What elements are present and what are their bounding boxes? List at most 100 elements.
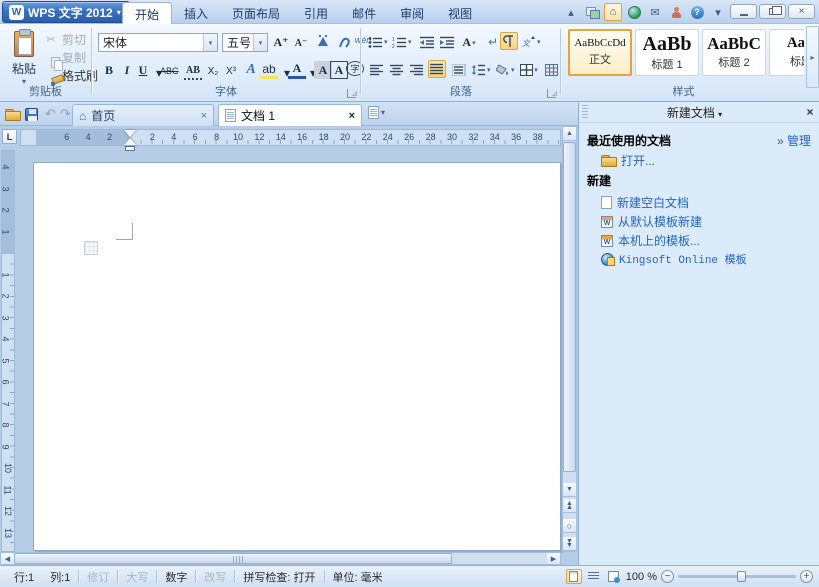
page-view-icon[interactable] (566, 569, 582, 584)
text-effects-button[interactable]: A (242, 61, 260, 79)
menu-tab-引用[interactable]: 引用 (292, 2, 340, 24)
document-tab-文档 1[interactable]: 文档 1× (218, 104, 362, 126)
sidebar-link[interactable]: 本机上的模板... (618, 232, 700, 249)
align-center-icon[interactable] (388, 61, 406, 79)
align-right-icon[interactable] (408, 61, 426, 79)
paragraph-dialog-launcher-icon[interactable] (547, 89, 556, 98)
decrease-indent-icon[interactable] (418, 33, 436, 51)
align-left-icon[interactable] (368, 61, 386, 79)
status-item-行:1[interactable]: 行:1 (6, 569, 42, 585)
grow-font-button[interactable]: A⁺ (272, 33, 290, 51)
font-name-dropdown-icon[interactable]: ▾ (203, 34, 217, 51)
distribute-icon[interactable] (450, 61, 468, 79)
new-document-tab-button[interactable]: ▾ (368, 106, 385, 119)
shrink-font-button[interactable]: A⁻ (292, 34, 310, 52)
open-document-link[interactable]: 打开... (601, 152, 811, 169)
menu-tab-视图[interactable]: 视图 (436, 2, 484, 24)
status-item-大写[interactable]: 大写 (118, 569, 156, 585)
status-item-数字[interactable]: 数字 (157, 569, 195, 585)
numbered-list-icon[interactable]: 12 ▾ (392, 33, 412, 51)
format-painter-button[interactable]: 格式刷 (44, 66, 98, 84)
scroll-down-icon[interactable]: ▼ (563, 483, 576, 497)
copy-button[interactable]: 复制 (44, 48, 98, 66)
close-button[interactable]: × (788, 4, 815, 19)
highlight-color-button[interactable]: ab (260, 61, 278, 79)
hanging-indent-handle[interactable] (124, 138, 136, 145)
account-icon[interactable] (667, 3, 685, 21)
status-item-拼写检查: 打开[interactable]: 拼写检查: 打开 (235, 569, 323, 585)
left-indent-handle[interactable] (125, 146, 135, 151)
font-name-combo[interactable]: 宋体 ▾ (98, 33, 218, 52)
zoom-in-icon[interactable]: + (800, 570, 813, 583)
sidebar-link[interactable]: 新建空白文档 (617, 194, 689, 211)
previous-page-icon[interactable]: ▲▲ (563, 499, 576, 513)
sidebar-link-row[interactable]: 新建空白文档 (601, 194, 811, 211)
document-tab-首页[interactable]: ⌂首页× (72, 104, 214, 126)
horizontal-ruler[interactable]: 6422468101214161820222426283032343638 (20, 129, 561, 146)
select-browse-object-icon[interactable]: ○ (563, 519, 576, 533)
tab-stop-selector[interactable]: L (2, 129, 17, 144)
justify-icon[interactable] (428, 60, 446, 78)
status-item-改写[interactable]: 改写 (196, 569, 234, 585)
save-icon[interactable] (23, 106, 40, 122)
status-item-修订[interactable]: 修订 (79, 569, 117, 585)
emphasis-mark-button[interactable]: AB (184, 62, 202, 80)
style-card-标题 2[interactable]: AaBbC标题 2 (702, 29, 766, 76)
text-scale-icon[interactable]: A▾ (460, 33, 478, 51)
sidebar-link-row[interactable]: W从默认模板新建 (601, 213, 811, 230)
change-case-icon[interactable] (336, 33, 354, 51)
bold-button[interactable]: B (100, 61, 118, 79)
cut-button[interactable]: ✂ 剪切 (44, 30, 98, 48)
manage-link[interactable]: » 管理 (777, 132, 811, 149)
show-formatting-marks-button[interactable] (500, 32, 518, 50)
first-line-indent-handle[interactable] (124, 130, 136, 137)
subscript-button[interactable]: X₂ (204, 62, 222, 80)
superscript-button[interactable]: X³ (222, 62, 240, 80)
menu-tab-审阅[interactable]: 审阅 (388, 2, 436, 24)
vertical-scrollbar[interactable]: ▲ ▼ ▲▲ ○ ▼▼ (562, 126, 577, 552)
indent-markers[interactable] (124, 130, 137, 154)
line-spacing-icon[interactable]: ▾ (472, 61, 491, 79)
bullet-list-icon[interactable]: ▾ (368, 33, 388, 51)
outline-view-icon[interactable] (586, 569, 602, 584)
paste-button[interactable]: 粘贴 ▾ (7, 29, 41, 89)
style-gallery-more-button[interactable]: ▸ (806, 26, 819, 88)
status-item-单位: 毫米[interactable]: 单位: 毫米 (325, 569, 391, 585)
pane-close-icon[interactable]: × (801, 105, 819, 119)
menu-tab-邮件[interactable]: 邮件 (340, 2, 388, 24)
table-grid-icon[interactable] (542, 61, 560, 79)
scroll-right-icon[interactable]: ▶ (547, 553, 560, 564)
switch-windows-icon[interactable] (583, 3, 601, 21)
font-size-dropdown-icon[interactable]: ▾ (253, 34, 267, 51)
browser-icon[interactable] (625, 3, 643, 21)
vertical-scroll-thumb[interactable] (563, 142, 576, 472)
menu-tab-页面布局[interactable]: 页面布局 (220, 2, 292, 24)
text-direction-icon[interactable]: 文 ▾ (522, 33, 541, 51)
next-page-icon[interactable]: ▼▼ (563, 537, 576, 551)
zoom-slider-handle[interactable] (737, 571, 746, 582)
document-page[interactable] (33, 162, 561, 551)
sidebar-link-row[interactable]: W本机上的模板... (601, 232, 811, 249)
style-card-标题 1[interactable]: AaBb标题 1 (635, 29, 699, 76)
font-size-combo[interactable]: 五号 ▾ (222, 33, 268, 52)
style-card-标题[interactable]: AaB标题 (769, 29, 804, 76)
collapse-ribbon-icon[interactable]: ▴ (562, 3, 580, 21)
pinyin-guide-icon[interactable] (314, 33, 332, 51)
increase-indent-icon[interactable] (438, 33, 456, 51)
horizontal-scroll-thumb[interactable] (14, 553, 452, 564)
open-file-icon[interactable] (4, 106, 21, 122)
tab-close-icon[interactable]: × (201, 110, 207, 122)
mail-icon[interactable]: ✉ (646, 3, 664, 21)
shading-icon[interactable]: ▾ (496, 61, 515, 79)
scroll-left-icon[interactable]: ◀ (1, 553, 14, 564)
menu-tab-插入[interactable]: 插入 (172, 2, 220, 24)
help-icon[interactable]: ? (688, 3, 706, 21)
strikethrough-button[interactable]: ABC (160, 62, 179, 80)
wps-menu-button[interactable]: W WPS 文字 2012 ▾ (2, 1, 130, 23)
sidebar-link-row[interactable]: Kingsoft Online 模板 (601, 251, 811, 267)
menu-tab-开始[interactable]: 开始 (122, 2, 172, 24)
web-layout-view-icon[interactable] (606, 569, 622, 584)
restore-button[interactable] (759, 4, 786, 19)
zoom-out-icon[interactable]: − (661, 570, 674, 583)
minimize-button[interactable] (730, 4, 757, 19)
